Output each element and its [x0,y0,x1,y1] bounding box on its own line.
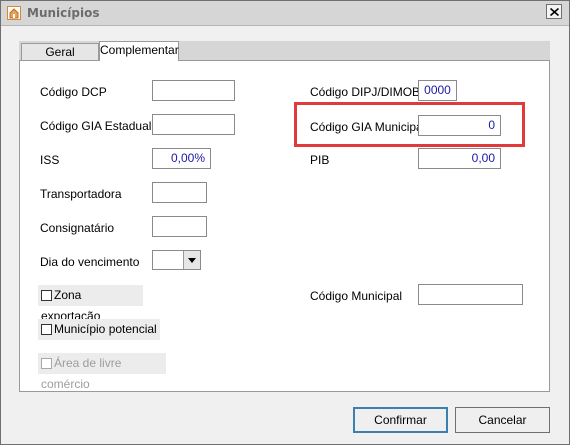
codigo-gia-estadual-label: Código GIA Estadual [40,119,152,133]
iss-field[interactable]: 0,00% [152,148,211,169]
municipio-potencial-label: Município potencial [54,322,157,336]
municipio-potencial-checkbox[interactable]: Município potencial [38,319,160,340]
title-bar: Municípios [1,1,569,26]
pib-field[interactable]: 0,00 [418,148,501,169]
consignatario-field[interactable] [152,216,207,237]
codigo-municipal-field[interactable] [418,284,523,305]
dia-vencimento-label: Dia do vencimento [40,255,140,269]
codigo-gia-estadual-field[interactable] [152,114,235,135]
checkbox-box[interactable] [41,290,52,301]
codigo-gia-municipal-label: Código GIA Municipal [310,120,426,134]
cancel-button[interactable]: Cancelar [455,407,550,433]
transportadora-field[interactable] [152,182,207,203]
codigo-gia-municipal-field[interactable]: 0 [418,115,501,136]
iss-label: ISS [40,153,60,167]
codigo-municipal-label: Código Municipal [310,289,403,303]
close-icon [550,8,559,16]
dia-vencimento-select[interactable] [152,250,201,270]
close-button[interactable] [546,4,562,19]
confirm-button[interactable]: Confirmar [353,407,448,433]
checkbox-box [41,358,52,369]
area-livre-comercio-checkbox: Área de livre comércio [38,353,166,391]
tab-complementar[interactable]: Complementar [99,41,179,61]
window-title: Municípios [27,6,100,20]
checkbox-box[interactable] [41,324,52,335]
consignatario-label: Consignatário [40,221,115,235]
pib-label: PIB [310,153,330,167]
codigo-dcp-field[interactable] [152,80,235,101]
codigo-dipj-dimob-field[interactable]: 0000 [418,80,457,101]
chevron-down-icon [188,258,196,263]
dropdown-arrow[interactable] [183,251,200,269]
app-icon [7,6,21,20]
municipios-dialog: Municípios Geral Complementar Código DCP… [0,0,570,445]
zona-exportacao-checkbox[interactable]: Zona exportação [38,285,143,323]
codigo-dipj-dimob-label: Código DIPJ/DIMOB [310,85,421,99]
codigo-dcp-label: Código DCP [40,85,107,99]
tab-geral[interactable]: Geral [21,43,99,60]
transportadora-label: Transportadora [40,187,122,201]
